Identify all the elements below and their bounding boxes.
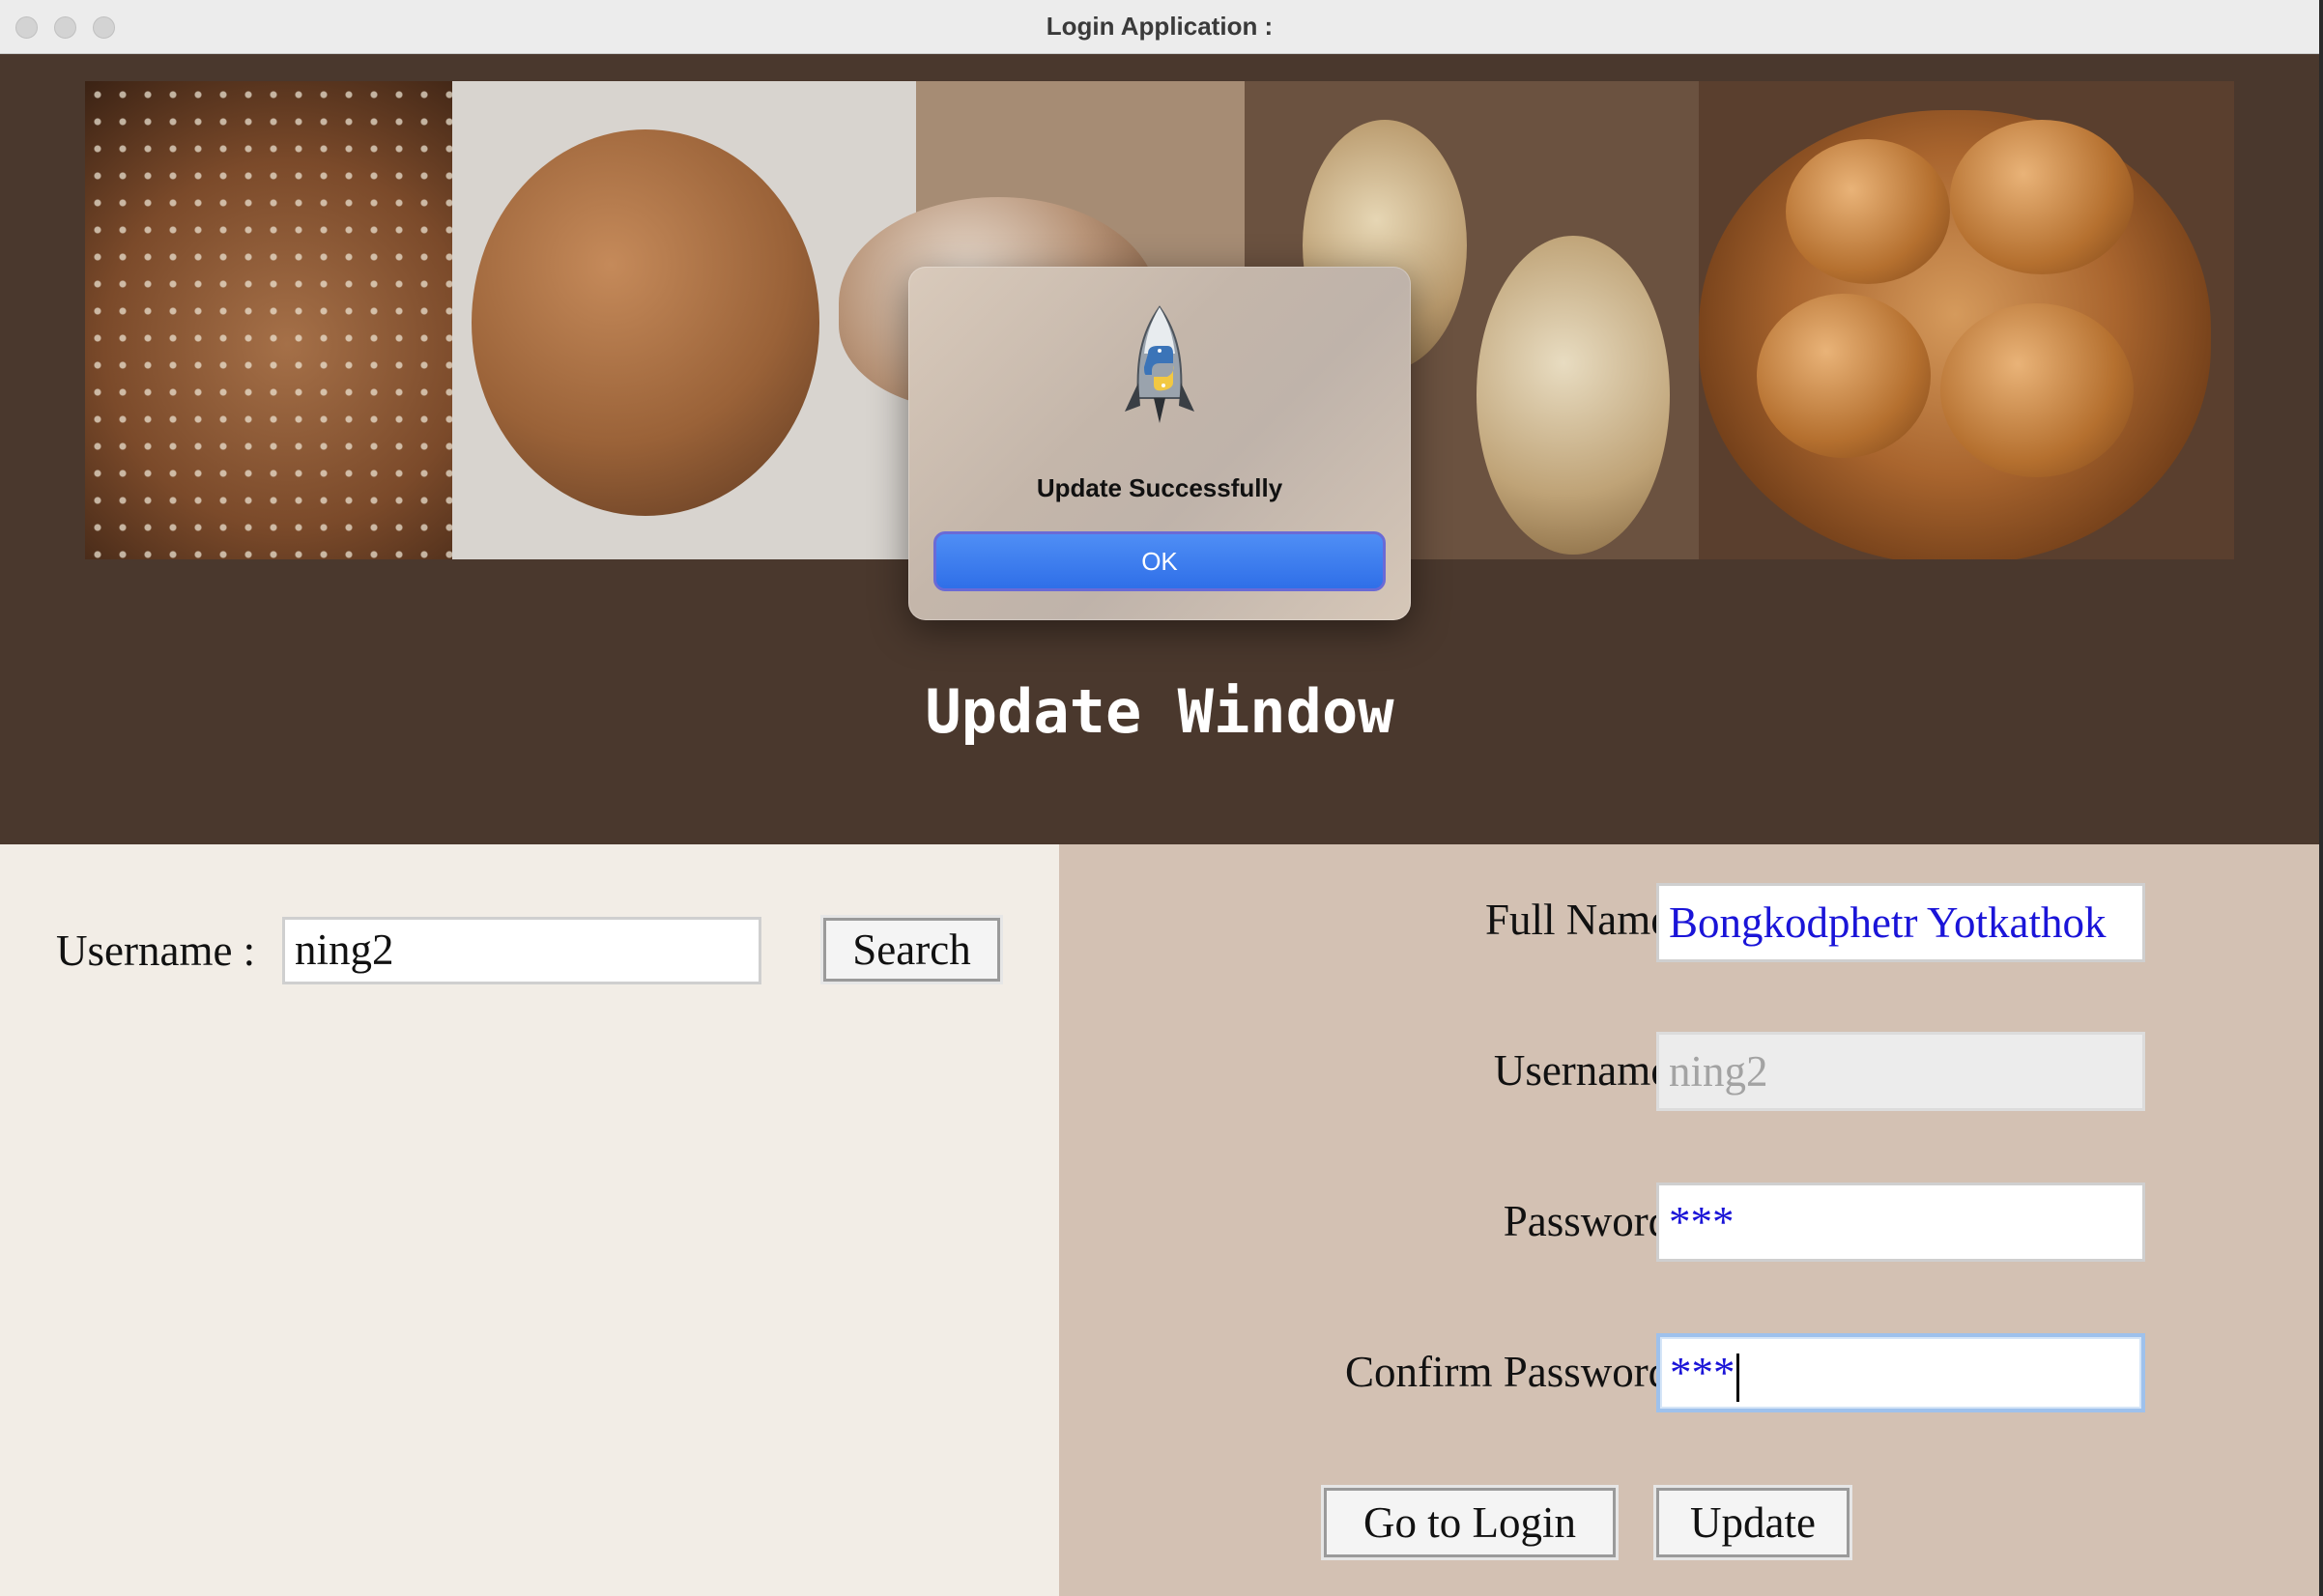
search-button[interactable]: Search	[820, 915, 1003, 984]
go-to-login-button[interactable]: Go to Login	[1321, 1485, 1619, 1560]
dialog-message: Update Successfully	[1036, 473, 1283, 502]
ok-button[interactable]: OK	[933, 531, 1386, 591]
fullname-input[interactable]: Bongkodphetr Yotkathok	[1656, 883, 2145, 962]
app-window: Login Application : Update Window Userna…	[0, 0, 2323, 1596]
bread-photo-5	[1699, 81, 2234, 559]
title-bar: Login Application :	[0, 0, 2319, 54]
python-launcher-rocket-icon	[1125, 305, 1194, 423]
page-heading: Update Window	[925, 676, 1394, 747]
confirm-password-input[interactable]: ***	[1656, 1333, 2145, 1412]
bread-photo-1	[85, 81, 452, 559]
confirm-password-label: Confirm Password :	[1345, 1348, 1693, 1396]
search-username-input[interactable]: ning2	[282, 917, 761, 984]
update-button[interactable]: Update	[1653, 1485, 1852, 1560]
password-input[interactable]: ***	[1656, 1183, 2145, 1262]
window-title: Login Application :	[1046, 12, 1274, 41]
search-username-label: Username :	[56, 926, 256, 975]
search-panel: Username : ning2 Search	[0, 844, 1059, 1596]
update-form-panel: Full Name : Bongkodphetr Yotkathok Usern…	[1059, 844, 2319, 1596]
username-input-disabled: ning2	[1656, 1032, 2145, 1111]
text-caret	[1735, 1353, 1739, 1402]
alert-dialog: Update Successfully OK	[908, 267, 1411, 620]
confirm-password-value: ***	[1670, 1349, 1735, 1397]
